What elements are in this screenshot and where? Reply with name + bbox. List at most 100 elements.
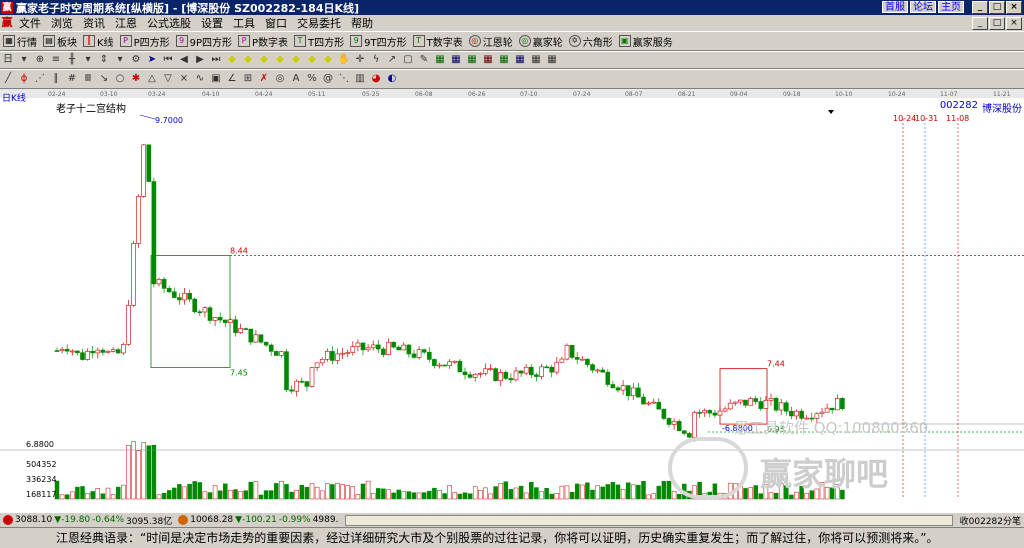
chevron-down-icon[interactable]: ▾ <box>17 53 31 67</box>
kline-type-icon[interactable]: ╫ <box>65 53 79 67</box>
percent-icon[interactable]: % <box>305 72 319 86</box>
tool-winner-wheel[interactable]: ◎ 赢家轮 <box>518 34 563 49</box>
grid-icon[interactable]: # <box>65 72 79 86</box>
up-icon[interactable]: △ <box>145 72 159 86</box>
tool-hexagon[interactable]: ✡ 六角形 <box>568 34 613 49</box>
tool-t-table[interactable]: T T数字表 <box>412 34 463 49</box>
star-icon[interactable]: ✱ <box>129 72 143 86</box>
link-forum[interactable]: 论坛 <box>910 1 936 13</box>
prev-icon[interactable]: ◀ <box>177 53 191 67</box>
fib-icon[interactable]: ϕ <box>17 72 31 86</box>
tool-9t-square[interactable]: 9 9T四方形 <box>350 34 407 49</box>
candle-body <box>508 378 514 381</box>
table-icon[interactable]: ▦ <box>465 53 479 67</box>
last-icon[interactable]: ⏭ <box>209 53 223 67</box>
close-button[interactable]: × <box>1006 1 1022 14</box>
menu-tools[interactable]: 工具 <box>228 15 260 31</box>
menu-settings[interactable]: 设置 <box>196 15 228 31</box>
menu-info[interactable]: 资讯 <box>78 15 110 31</box>
cursor-icon[interactable]: ➤ <box>145 53 159 67</box>
menu-file[interactable]: 文件 <box>14 15 46 31</box>
menu-browse[interactable]: 浏览 <box>46 15 78 31</box>
first-icon[interactable]: ⏮ <box>161 53 175 67</box>
diamond-icon[interactable]: ◆ <box>305 53 319 67</box>
tool-t-square[interactable]: T T四方形 <box>294 34 344 49</box>
menu-formula[interactable]: 公式选股 <box>142 15 196 31</box>
diamond-icon[interactable]: ◆ <box>257 53 271 67</box>
hand-icon[interactable]: ✋ <box>337 53 351 67</box>
tool-sector[interactable]: ▤ 板块 <box>43 34 77 49</box>
diamond-icon[interactable]: ◆ <box>273 53 287 67</box>
minimize-button[interactable]: _ <box>972 1 988 14</box>
spiral-icon[interactable]: @ <box>321 72 335 86</box>
settings-icon[interactable]: ⚙ <box>129 53 143 67</box>
updown-icon[interactable]: ⇕ <box>97 53 111 67</box>
horizontal-scrollbar[interactable] <box>345 514 953 526</box>
tick-detail-link[interactable]: 收002282分笔 <box>957 514 1024 527</box>
delete-icon[interactable]: ✗ <box>257 72 271 86</box>
trend-icon[interactable]: ↗ <box>385 53 399 67</box>
menu-gann[interactable]: 江恩 <box>110 15 142 31</box>
menu-trade[interactable]: 交易委托 <box>292 15 346 31</box>
wave-icon[interactable]: ∿ <box>193 72 207 86</box>
chevron-down-icon[interactable]: ▾ <box>81 53 95 67</box>
ruler-icon[interactable]: ⊞ <box>241 72 255 86</box>
tool-gann-wheel[interactable]: ◎ 江恩轮 <box>468 34 513 49</box>
circle-icon[interactable]: ○ <box>113 72 127 86</box>
box-icon[interactable]: ▣ <box>209 72 223 86</box>
table-icon[interactable]: ▦ <box>545 53 559 67</box>
volume-bar <box>121 484 126 500</box>
kline-chart-area[interactable]: 02-24 03-10 03-24 04-10 04-24 05-11 05-25 06-08… <box>0 89 1024 513</box>
line-tool-icon[interactable]: ╱ <box>1 72 15 86</box>
color-icon[interactable]: ◕ <box>369 72 383 86</box>
candle-body <box>707 410 713 414</box>
chevron-down-icon[interactable]: ▾ <box>113 53 127 67</box>
gann-icon[interactable]: ⨯ <box>177 72 191 86</box>
link-home[interactable]: 主页 <box>938 1 964 13</box>
fan-icon[interactable]: ⋰ <box>33 72 47 86</box>
tool-quote[interactable]: ▦ 行情 <box>3 34 37 49</box>
candle-body <box>585 358 590 365</box>
angle-icon[interactable]: ∠ <box>225 72 239 86</box>
period-dropdown[interactable]: 日 <box>1 53 15 67</box>
diamond-icon[interactable]: ◆ <box>241 53 255 67</box>
table-icon[interactable]: ▦ <box>481 53 495 67</box>
diamond-icon[interactable]: ◆ <box>225 53 239 67</box>
tool-p-table[interactable]: P P数字表 <box>238 34 288 49</box>
tool-winner-service[interactable]: ▣ 赢家服务 <box>618 34 673 49</box>
box-icon[interactable]: ▢ <box>401 53 415 67</box>
palette-icon[interactable]: ◐ <box>385 72 399 86</box>
child-close-button[interactable]: × <box>1006 16 1022 30</box>
diamond-icon[interactable]: ◆ <box>321 53 335 67</box>
text-icon[interactable]: A <box>289 72 303 86</box>
table-icon[interactable]: ▦ <box>513 53 527 67</box>
link-shoufu[interactable]: 首服 <box>882 1 908 13</box>
tool-p-square[interactable]: P P四方形 <box>119 34 170 49</box>
zigzag-icon[interactable]: ϟ <box>369 53 383 67</box>
maximize-button[interactable]: □ <box>989 1 1005 14</box>
cross-icon[interactable]: ✛ <box>353 53 367 67</box>
bar-icon[interactable]: ▥ <box>353 72 367 86</box>
menu-window[interactable]: 窗口 <box>260 15 292 31</box>
arrow-icon[interactable]: ↘ <box>97 72 111 86</box>
cycle-icon[interactable]: Ⅲ <box>81 72 95 86</box>
table-icon[interactable]: ▦ <box>433 53 447 67</box>
down-icon[interactable]: ▽ <box>161 72 175 86</box>
child-minimize-button[interactable]: _ <box>972 16 988 30</box>
tool-kline[interactable]: ┃ K线 <box>83 34 114 49</box>
magnify-icon[interactable]: ⊕ <box>33 53 47 67</box>
menu-help[interactable]: 帮助 <box>346 15 378 31</box>
pen-icon[interactable]: ✎ <box>417 53 431 67</box>
lines-icon[interactable]: ≡ <box>49 53 63 67</box>
fan-icon[interactable]: ⋱ <box>337 72 351 86</box>
next-icon[interactable]: ▶ <box>193 53 207 67</box>
table-icon[interactable]: ▦ <box>449 53 463 67</box>
tool-9p-square[interactable]: 9 9P四方形 <box>175 34 232 49</box>
diamond-icon[interactable]: ◆ <box>289 53 303 67</box>
table-icon[interactable]: ▦ <box>497 53 511 67</box>
table-icon[interactable]: ▦ <box>529 53 543 67</box>
target-icon[interactable]: ◎ <box>273 72 287 86</box>
child-restore-button[interactable]: □ <box>989 16 1005 30</box>
parallel-icon[interactable]: ∥ <box>49 72 63 86</box>
candle-body <box>574 357 580 360</box>
